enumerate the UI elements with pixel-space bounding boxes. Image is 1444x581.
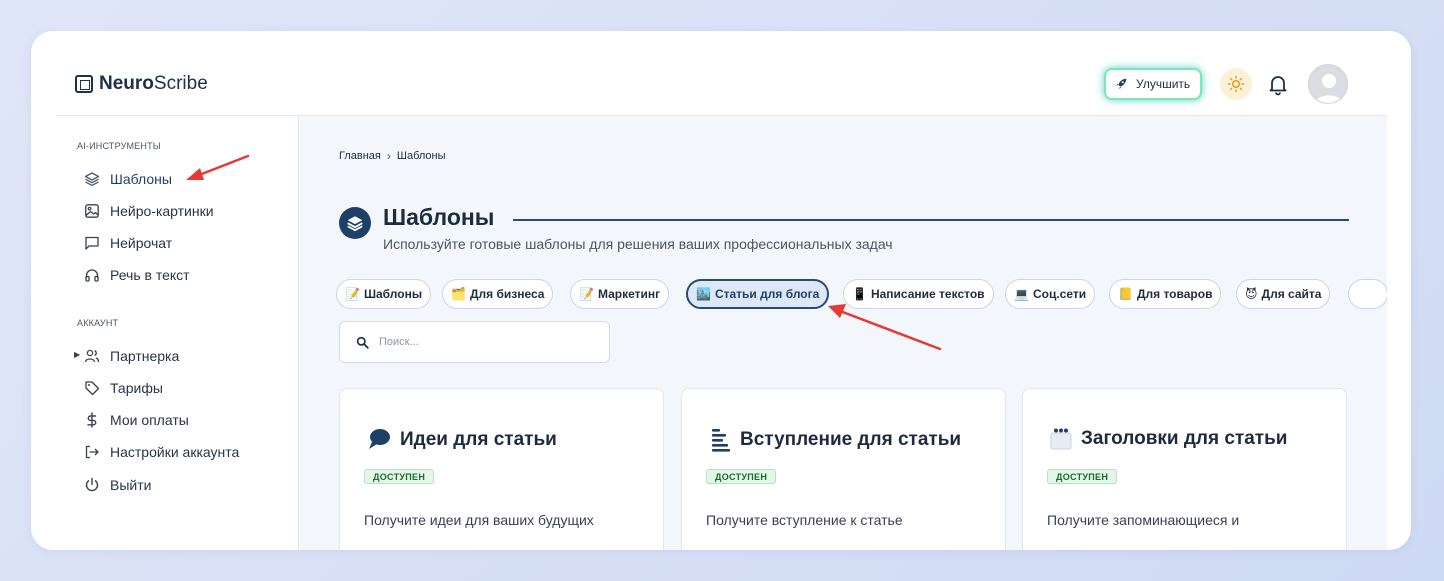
sidebar-item-label: Тарифы <box>110 380 163 396</box>
chip-label: Для товаров <box>1136 287 1213 301</box>
page-subtitle: Используйте готовые шаблоны для решения … <box>383 236 893 252</box>
text-lines-icon <box>712 429 730 452</box>
logo-light-text: Scribe <box>153 73 208 94</box>
chat-icon <box>85 236 99 250</box>
sidebar: AI-ИНСТРУМЕНТЫ Шаблоны Нейро-картинки Не… <box>56 116 299 550</box>
sidebar-item-payments[interactable]: Мои оплаты <box>84 410 189 430</box>
chip-label: Для бизнеса <box>469 287 545 301</box>
expand-caret-icon[interactable]: ▶ <box>74 350 80 359</box>
card-description: Получите вступление к статье <box>706 512 903 528</box>
search-input[interactable] <box>379 336 589 348</box>
chip-emoji-icon: 📱 <box>852 287 867 301</box>
title-divider <box>513 219 1349 221</box>
chip-products[interactable]: 📒 Для товаров <box>1109 279 1222 309</box>
power-icon <box>85 477 99 492</box>
screenshot-frame: NeuroScribe Улучшить AI-ИНСТРУМЕНТЫ Шабл… <box>31 31 1411 550</box>
chip-emoji-icon: 🗂️ <box>451 287 466 301</box>
main-content: Главная › Шаблоны Шаблоны Используйте го… <box>300 116 1387 550</box>
sidebar-item-partner[interactable]: Партнерка <box>84 346 179 366</box>
sidebar-section-tools: AI-ИНСТРУМЕНТЫ <box>77 141 161 151</box>
chip-business[interactable]: 🗂️ Для бизнеса <box>442 279 554 309</box>
chip-label: Маркетинг <box>597 287 661 301</box>
page-title: Шаблоны <box>383 204 495 230</box>
chevron-right-icon: › <box>386 149 391 163</box>
search-icon <box>356 336 369 349</box>
status-badge: ДОСТУПЕН <box>1047 469 1118 484</box>
chip-blog-articles[interactable]: 🏙️ Статьи для блога <box>686 279 830 309</box>
sidebar-item-account-settings[interactable]: Настройки аккаунта <box>84 442 239 462</box>
chip-emoji-icon: 📝 <box>579 287 594 301</box>
chip-emoji-icon: 😈 <box>1245 287 1258 301</box>
chip-templates[interactable]: 📝 Шаблоны <box>336 279 432 309</box>
category-chips: 📝 Шаблоны 🗂️ Для бизнеса 📝 Маркетинг 🏙️ Стат… <box>336 279 1387 311</box>
user-avatar[interactable] <box>1308 64 1348 104</box>
speech-bubble-icon <box>369 429 390 449</box>
sidebar-item-neuro-images[interactable]: Нейро-картинки <box>84 201 214 221</box>
sidebar-item-logout[interactable]: Выйти <box>84 475 151 495</box>
dollar-icon <box>87 412 97 428</box>
chip-emoji-icon: 📝 <box>345 287 360 301</box>
chip-emoji-icon: 🏙️ <box>696 287 711 301</box>
chip-label: Написание текстов <box>870 287 985 301</box>
breadcrumb-home[interactable]: Главная <box>339 150 381 162</box>
template-card-article-intro[interactable]: Вступление для статьи ДОСТУПЕН Получите … <box>681 388 1006 550</box>
logo-bold-text: Neuro <box>99 73 154 94</box>
chip-more[interactable] <box>1348 279 1387 309</box>
card-description: Получите запоминающиеся и <box>1047 512 1240 528</box>
headphones-icon <box>85 269 99 282</box>
layers-icon <box>84 172 100 187</box>
top-header: NeuroScribe Улучшить <box>56 56 1387 116</box>
logo-icon <box>75 75 93 93</box>
theme-toggle-button[interactable] <box>1220 68 1252 100</box>
logout-arrow-icon <box>85 445 99 459</box>
chip-website[interactable]: 😈 Для сайта <box>1236 279 1331 309</box>
sidebar-item-templates[interactable]: Шаблоны <box>84 169 172 189</box>
status-badge: ДОСТУПЕН <box>364 469 435 484</box>
chip-social-media[interactable]: 💻 Соц.сети <box>1005 279 1096 309</box>
sidebar-item-label: Нейрочат <box>110 235 173 251</box>
card-title: Вступление для статьи <box>710 427 961 453</box>
avatar-icon <box>1309 65 1347 103</box>
chip-marketing[interactable]: 📝 Маркетинг <box>570 279 670 309</box>
sidebar-item-label: Партнерка <box>110 348 180 364</box>
sidebar-item-label: Речь в текст <box>110 267 190 283</box>
users-icon <box>84 349 100 363</box>
sidebar-section-account: АККАУНТ <box>77 318 119 328</box>
chip-label: Шаблоны <box>363 287 423 301</box>
template-card-article-ideas[interactable]: Идеи для статьи ДОСТУПЕН Получите идеи д… <box>339 388 664 550</box>
breadcrumb: Главная › Шаблоны <box>339 149 446 163</box>
sidebar-item-neurochat[interactable]: Нейрочат <box>84 233 172 253</box>
bell-icon[interactable] <box>1266 72 1290 96</box>
layers-icon <box>339 207 371 239</box>
sidebar-item-label: Шаблоны <box>110 171 172 187</box>
status-badge: ДОСТУПЕН <box>706 469 777 484</box>
tag-icon <box>85 381 100 396</box>
dots-window-icon <box>1050 428 1072 450</box>
chip-copywriting[interactable]: 📱 Написание текстов <box>843 279 994 309</box>
image-icon <box>85 204 99 218</box>
breadcrumb-current: Шаблоны <box>396 150 446 162</box>
chip-label: Соц.сети <box>1032 287 1087 301</box>
card-title: Заголовки для статьи <box>1049 427 1287 451</box>
template-card-article-headlines[interactable]: Заголовки для статьи ДОСТУПЕН Получите з… <box>1022 388 1347 550</box>
card-description: Получите идеи для ваших будущих <box>364 512 594 528</box>
sidebar-item-label: Нейро-картинки <box>110 203 214 219</box>
app-window: NeuroScribe Улучшить AI-ИНСТРУМЕНТЫ Шабл… <box>56 56 1387 550</box>
rocket-icon <box>1115 78 1127 90</box>
upgrade-label: Улучшить <box>1136 77 1191 91</box>
sun-icon <box>1227 75 1245 93</box>
upgrade-button[interactable]: Улучшить <box>1104 68 1203 100</box>
sidebar-item-tariffs[interactable]: Тарифы <box>84 378 163 398</box>
search-box[interactable] <box>339 321 610 363</box>
chip-label: Статьи для блога <box>714 287 820 301</box>
app-logo[interactable]: NeuroScribe <box>75 73 208 95</box>
sidebar-item-label: Мои оплаты <box>110 412 189 428</box>
sidebar-item-speech-to-text[interactable]: Речь в текст <box>84 265 190 285</box>
card-title: Идеи для статьи <box>366 427 557 453</box>
sidebar-item-label: Настройки аккаунта <box>110 444 240 460</box>
chip-emoji-icon: 💻 <box>1014 287 1029 301</box>
chip-label: Для сайта <box>1261 287 1322 301</box>
sidebar-item-label: Выйти <box>110 477 152 493</box>
chip-emoji-icon: 📒 <box>1118 287 1133 301</box>
